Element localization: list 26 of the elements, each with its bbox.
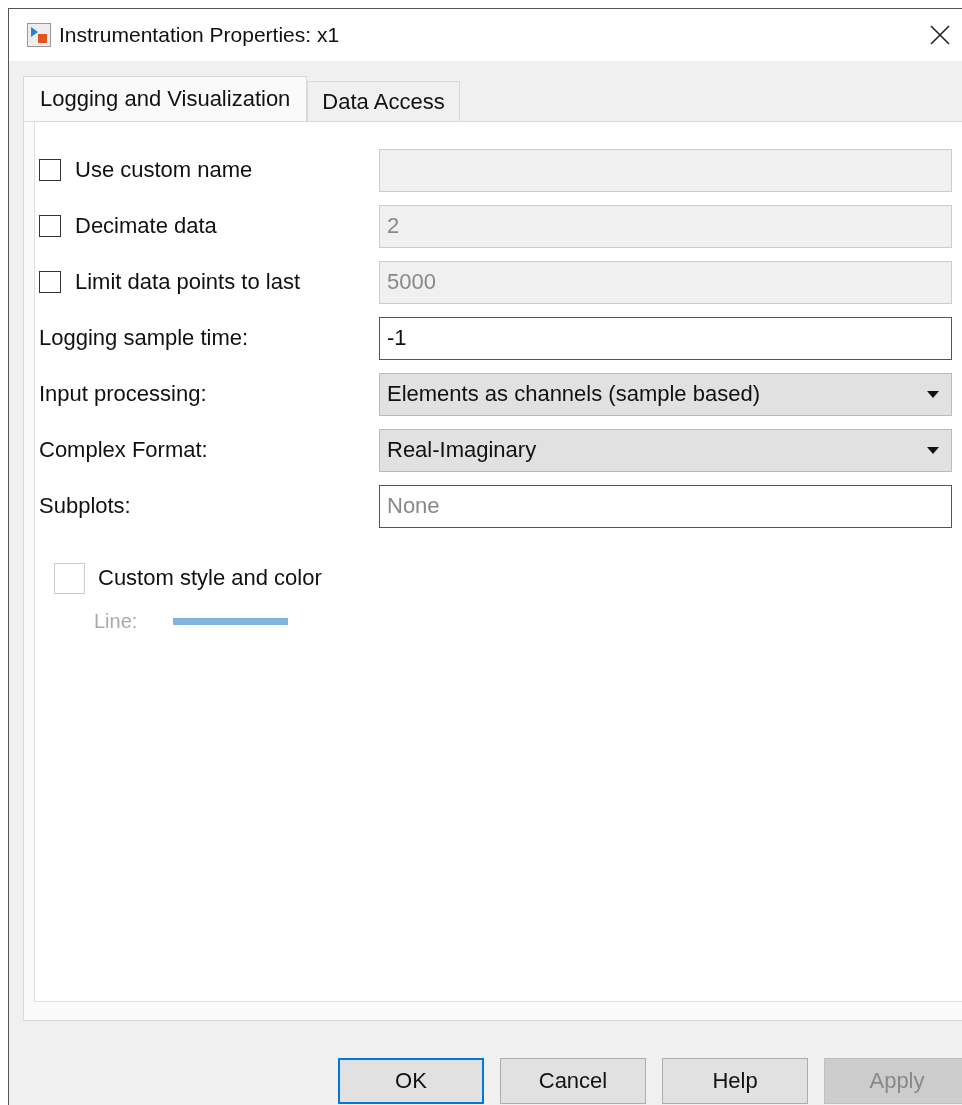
checkbox[interactable] — [39, 159, 61, 181]
tab[interactable]: Data Access — [307, 81, 460, 121]
close-icon[interactable] — [930, 25, 950, 45]
app-icon — [27, 23, 51, 47]
input-field[interactable]: None — [379, 484, 952, 528]
caret-icon — [927, 446, 939, 454]
field-label: Logging sample time: — [39, 325, 249, 351]
window-title: Instrumentation Properties: x1 — [59, 23, 341, 47]
dialog-button[interactable]: OK — [338, 1058, 484, 1104]
dropdown[interactable]: Real-Imaginary — [379, 428, 952, 472]
checkbox-label[interactable]: Use custom name — [75, 157, 253, 183]
tab[interactable]: Logging and Visualization — [23, 76, 308, 121]
input-field[interactable]: -1 — [379, 316, 952, 360]
line-label: Line: — [94, 610, 138, 633]
line-style-swatch[interactable] — [173, 618, 289, 625]
dialog-button[interactable]: Cancel — [500, 1058, 646, 1104]
caret-icon — [927, 390, 939, 398]
checkbox-label[interactable]: Limit data points to last — [75, 269, 300, 295]
checkbox[interactable] — [39, 215, 61, 237]
field-label: Subplots: — [39, 493, 131, 519]
checkbox-label[interactable]: Decimate data — [75, 213, 217, 239]
dialog-button[interactable]: Help — [662, 1058, 808, 1104]
field-label: Complex Format: — [39, 437, 208, 463]
dropdown[interactable]: Elements as channels (sample based) — [379, 372, 952, 416]
field-label: Input processing: — [39, 381, 207, 407]
checkbox[interactable] — [39, 271, 61, 293]
